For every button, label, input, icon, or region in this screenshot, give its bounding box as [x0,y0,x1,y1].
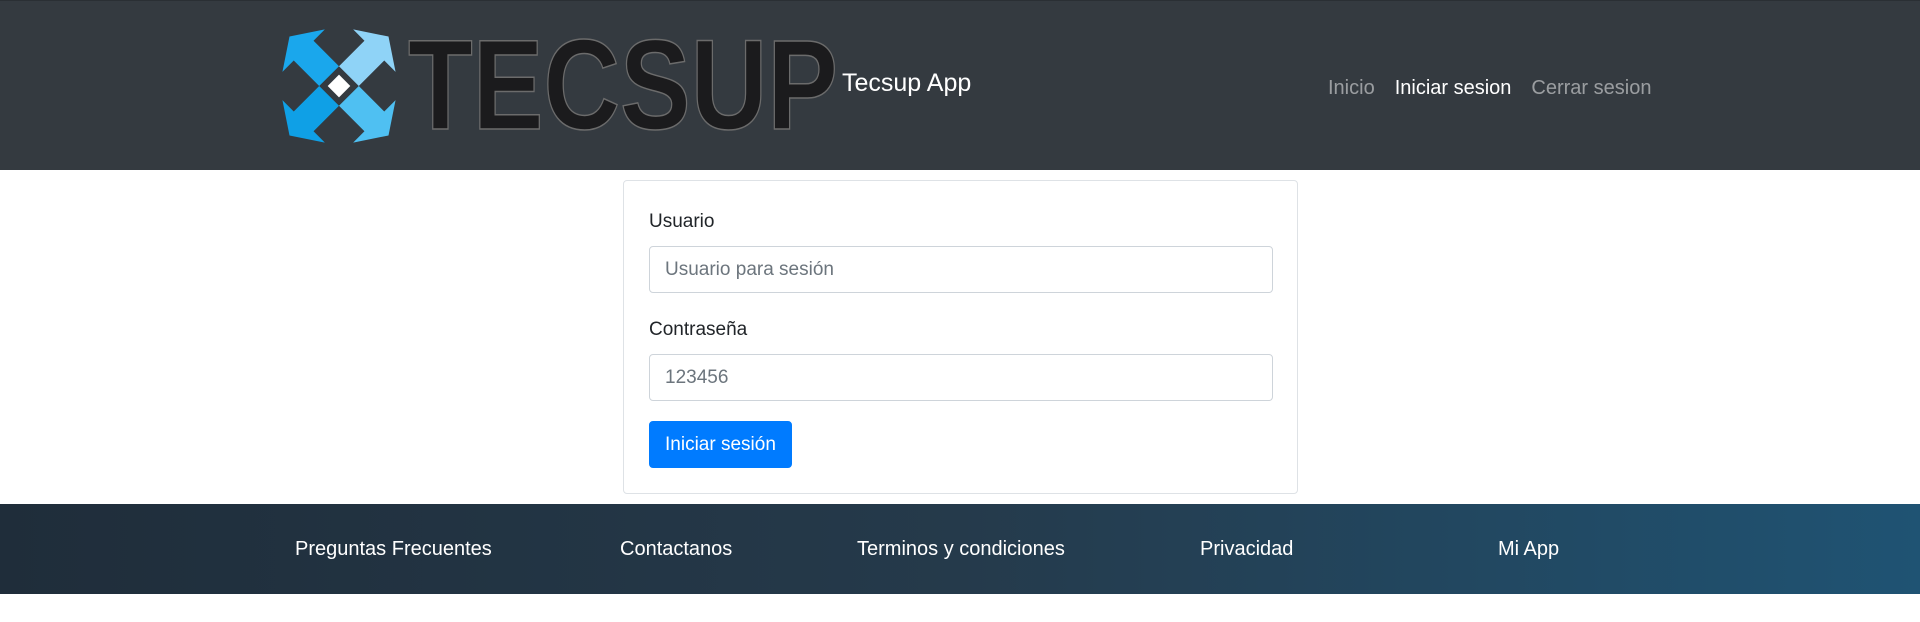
main-nav: Inicio Iniciar sesion Cerrar sesion [1328,73,1661,103]
login-submit-button[interactable]: Iniciar sesión [649,421,792,468]
brand-name[interactable]: Tecsup App [842,67,971,99]
nav-link-iniciar-sesion[interactable]: Iniciar sesion [1385,73,1522,103]
footer-link-privacy[interactable]: Privacidad [1200,504,1293,594]
password-input[interactable] [649,354,1273,401]
nav-link-cerrar-sesion[interactable]: Cerrar sesion [1521,73,1661,103]
top-navbar: TECSUP Tecsup App Inicio Iniciar sesion … [0,0,1920,170]
login-card: Usuario Contraseña Iniciar sesión [623,180,1298,494]
username-input[interactable] [649,246,1273,293]
footer-link-faq[interactable]: Preguntas Frecuentes [295,504,492,594]
password-label: Contraseña [649,319,748,340]
svg-text:TECSUP: TECSUP [408,29,838,143]
footer-link-contact[interactable]: Contactanos [620,504,732,594]
tecsup-wordmark-icon: TECSUP [408,29,839,143]
footer: Preguntas Frecuentes Contactanos Termino… [0,504,1920,594]
nav-link-inicio[interactable]: Inicio [1328,73,1385,103]
tecsup-logo-icon [282,29,396,143]
footer-link-my-app[interactable]: Mi App [1498,504,1559,594]
brand[interactable]: TECSUP [266,15,839,157]
footer-link-terms[interactable]: Terminos y condiciones [857,504,1065,594]
username-label: Usuario [649,211,715,232]
